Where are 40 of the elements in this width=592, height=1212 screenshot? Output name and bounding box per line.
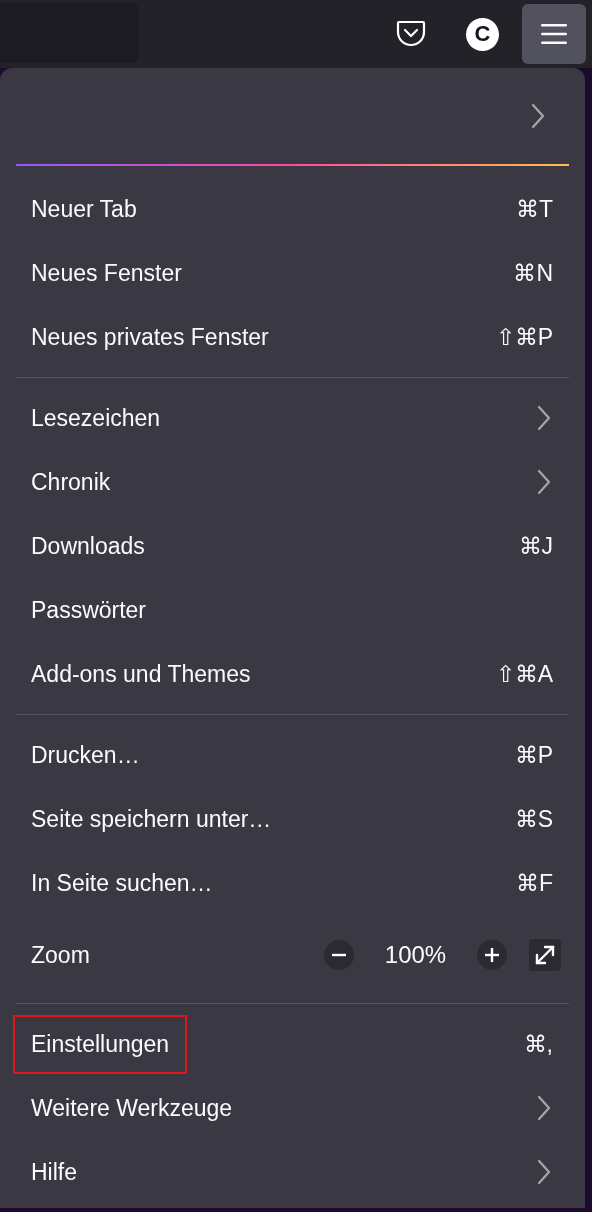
shortcut-label: ⌘J [518,532,553,560]
chevron-icon [531,103,545,129]
menu-item[interactable]: Lesezeichen [13,388,179,448]
menu-item[interactable]: Add-ons und Themes [13,644,269,704]
chevron-icon [537,1095,551,1121]
menu-item[interactable]: Einstellungen [13,1014,188,1074]
fullscreen-button[interactable] [529,939,561,971]
menu-item[interactable]: Drucken… [13,725,158,785]
chevron-icon [537,405,551,431]
account-avatar[interactable]: C [466,17,499,51]
expand-icon [533,943,557,967]
menu-item[interactable]: Downloads [13,516,163,576]
menu-button[interactable] [522,4,586,64]
shortcut-label: ⌘N [513,259,553,287]
menu-item[interactable]: Passwörter [13,580,165,640]
menu-icon [541,24,567,44]
pocket-icon[interactable] [396,20,426,48]
zoom-level[interactable]: 100% [354,941,477,969]
zoom-out-button[interactable] [324,940,354,970]
plus-icon [485,948,499,962]
menu-item[interactable]: Hilfe [13,1142,95,1202]
shortcut-label: ⌘F [515,869,553,897]
shortcut-label: ⌘, [523,1030,553,1058]
menu-item[interactable]: Neuer Tab [13,179,155,239]
shortcut-label: ⌘T [515,195,553,223]
menu-item[interactable]: Neues Fenster [13,243,200,303]
shortcut-label: ⇧⌘A [495,660,553,688]
shortcut-label: ⇧⌘P [495,323,553,351]
shortcut-label: ⌘S [514,805,553,833]
menu-item[interactable]: Chronik [13,452,129,512]
chevron-icon [537,1159,551,1185]
minus-icon [332,953,346,957]
menu-item[interactable]: Weitere Werkzeuge [13,1078,251,1138]
chevron-icon [537,469,551,495]
shortcut-label: ⌘P [514,741,553,769]
menu-item[interactable]: Seite speichern unter… [13,789,290,849]
menu-item[interactable]: Zoom [13,925,108,985]
menu-item[interactable]: In Seite suchen… [13,853,231,913]
menu-item[interactable]: Neues privates Fenster [13,307,287,367]
zoom-in-button[interactable] [477,940,507,970]
